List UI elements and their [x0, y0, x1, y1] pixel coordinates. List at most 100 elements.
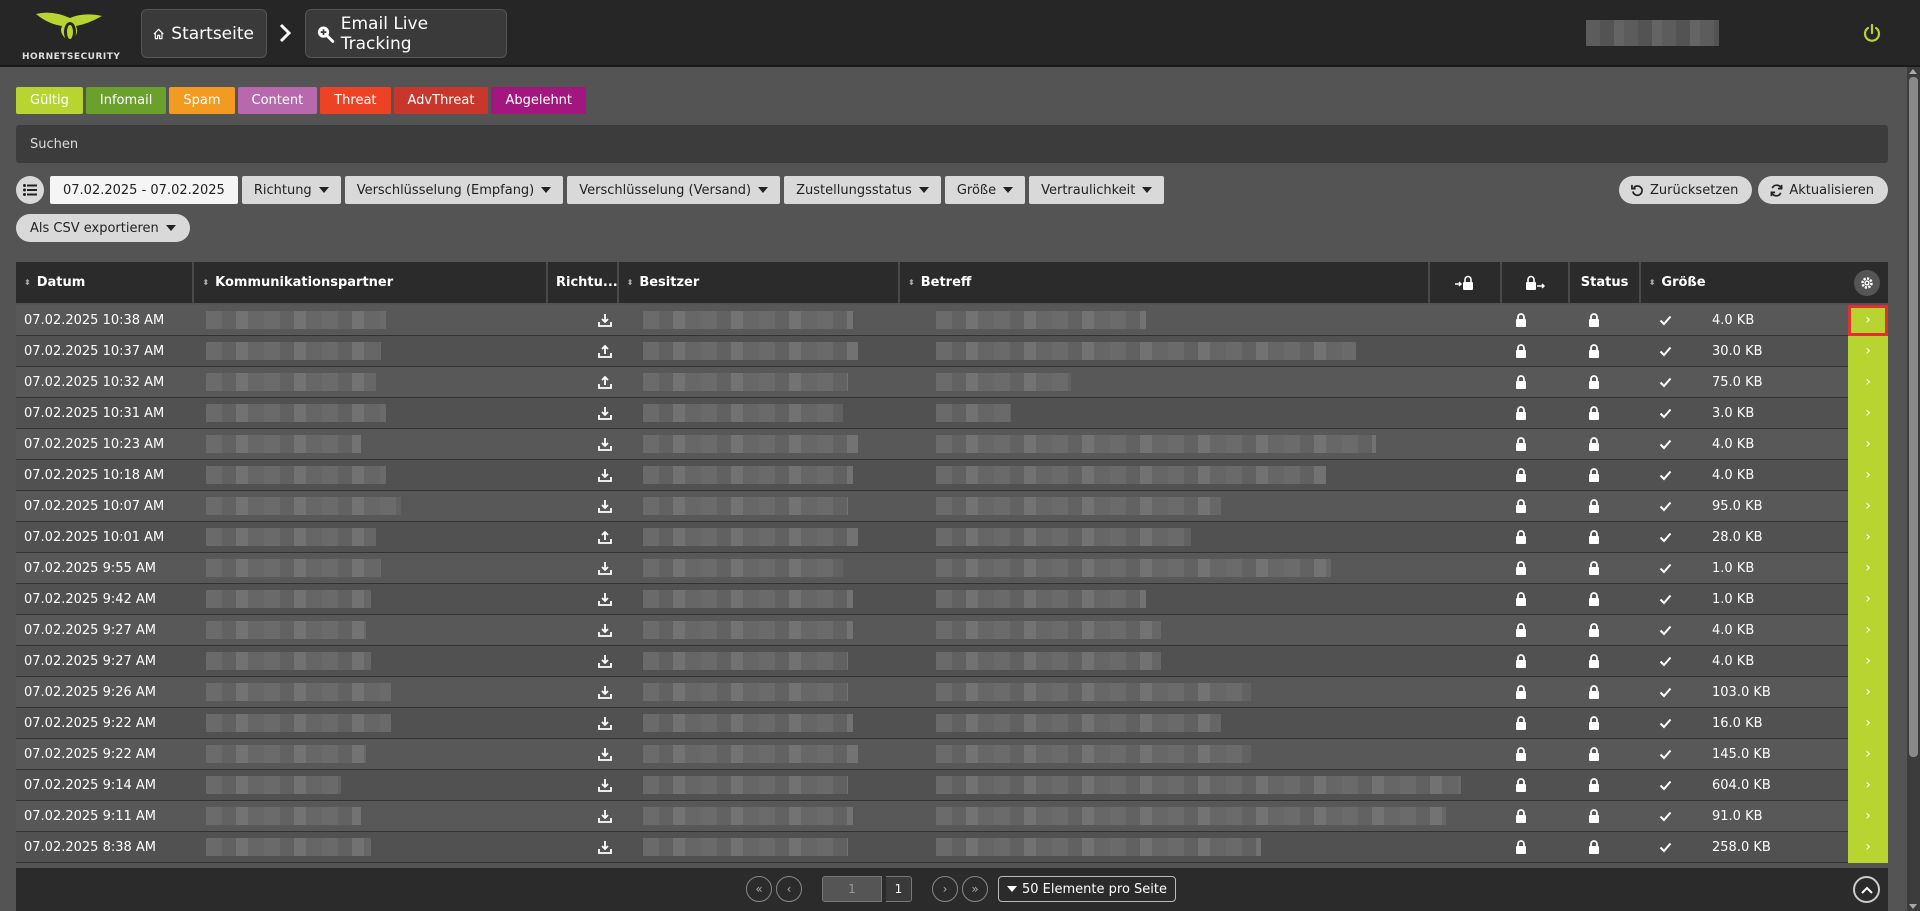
- lock-receive-icon: [1454, 275, 1473, 290]
- table-row[interactable]: 07.02.2025 9:22 AM 16.0 KB ›: [16, 707, 1888, 739]
- table-row[interactable]: 07.02.2025 9:27 AM 4.0 KB ›: [16, 645, 1888, 677]
- cell-date: 07.02.2025 9:22 AM: [24, 715, 156, 731]
- row-detail-button[interactable]: ›: [1848, 397, 1888, 429]
- reset-button[interactable]: Zurücksetzen: [1619, 176, 1753, 204]
- page-input[interactable]: 1: [822, 876, 882, 902]
- hornetsecurity-logo[interactable]: HORNETSECURITY: [22, 8, 120, 62]
- table-row[interactable]: 07.02.2025 9:42 AM 1.0 KB ›: [16, 583, 1888, 615]
- row-detail-button[interactable]: ›: [1848, 583, 1888, 615]
- row-detail-button[interactable]: ›: [1848, 645, 1888, 677]
- column-header-subject[interactable]: ⬍ Betreff: [900, 262, 1430, 303]
- check-icon: [1659, 656, 1672, 666]
- cell-owner: [641, 745, 933, 763]
- cell-status: [1629, 687, 1702, 698]
- sort-icon: ⬍: [1648, 278, 1656, 287]
- next-page-button[interactable]: ›: [932, 876, 958, 902]
- search-bar[interactable]: Suchen: [16, 125, 1888, 163]
- row-detail-button[interactable]: ›: [1848, 769, 1888, 801]
- row-detail-button[interactable]: ›: [1848, 707, 1888, 739]
- toggle-list-button[interactable]: [16, 176, 44, 204]
- date-range-picker[interactable]: 07.02.2025 - 07.02.2025: [50, 176, 238, 204]
- export-csv-button[interactable]: Als CSV exportieren: [16, 214, 190, 242]
- page-scrollbar[interactable]: [1907, 67, 1920, 911]
- refresh-button[interactable]: Aktualisieren: [1758, 176, 1888, 204]
- filter-encryption-send[interactable]: Verschlüsselung (Versand): [567, 176, 781, 204]
- lock-icon: [1588, 685, 1599, 699]
- table-row[interactable]: 07.02.2025 9:11 AM 91.0 KB ›: [16, 800, 1888, 832]
- category-content[interactable]: Content: [237, 87, 318, 114]
- table-row[interactable]: 07.02.2025 9:55 AM 1.0 KB ›: [16, 552, 1888, 584]
- row-detail-button[interactable]: ›: [1848, 831, 1888, 863]
- row-detail-button[interactable]: ›: [1848, 738, 1888, 770]
- category-advthreat[interactable]: AdvThreat: [393, 87, 489, 114]
- column-date-label: Datum: [36, 275, 86, 290]
- column-header-direction[interactable]: Richtu...: [548, 262, 619, 303]
- first-page-button[interactable]: «: [746, 876, 772, 902]
- check-icon: [1659, 408, 1672, 418]
- filter-encryption-receive[interactable]: Verschlüsselung (Empfang): [344, 176, 564, 204]
- filter-size[interactable]: Größe: [944, 176, 1026, 204]
- table-row[interactable]: 07.02.2025 10:07 AM 95.0 KB ›: [16, 490, 1888, 522]
- category-abgelehnt[interactable]: Abgelehnt: [491, 87, 587, 114]
- cell-encryption-receive: [1483, 840, 1558, 854]
- column-header-owner[interactable]: ⬍ Besitzer: [619, 262, 901, 303]
- row-detail-button[interactable]: ›: [1848, 428, 1888, 460]
- prev-page-button[interactable]: ‹: [776, 876, 802, 902]
- table-row[interactable]: 07.02.2025 10:38 AM 4.0 KB ›: [16, 304, 1888, 336]
- table-row[interactable]: 07.02.2025 9:22 AM 145.0 KB ›: [16, 738, 1888, 770]
- breadcrumb-home[interactable]: Startseite: [141, 9, 267, 58]
- cell-direction: [568, 375, 641, 389]
- column-header-encryption-send[interactable]: [1502, 262, 1571, 303]
- column-header-encryption-receive[interactable]: [1430, 262, 1502, 303]
- lock-icon: [1515, 623, 1526, 637]
- category-threat[interactable]: Threat: [320, 87, 391, 114]
- filter-delivery-status[interactable]: Zustellungsstatus: [784, 176, 941, 204]
- filter-richtung[interactable]: Richtung: [241, 176, 341, 204]
- scrollbar-thumb[interactable]: [1909, 77, 1918, 757]
- row-detail-button[interactable]: ›: [1848, 304, 1888, 336]
- cell-size: 4.0 KB: [1712, 622, 1755, 638]
- scroll-top-button[interactable]: [1853, 876, 1880, 903]
- table-row[interactable]: 07.02.2025 10:37 AM 30.0 KB ›: [16, 335, 1888, 367]
- table-row[interactable]: 07.02.2025 10:31 AM 3.0 KB ›: [16, 397, 1888, 429]
- category-infomail[interactable]: Infomail: [85, 87, 167, 114]
- cell-date: 07.02.2025 10:32 AM: [24, 374, 165, 390]
- column-header-partner[interactable]: ⬍ Kommunikationspartner: [194, 262, 548, 303]
- row-detail-button[interactable]: ›: [1848, 676, 1888, 708]
- row-detail-button[interactable]: ›: [1848, 614, 1888, 646]
- table-row[interactable]: 07.02.2025 10:01 AM 28.0 KB ›: [16, 521, 1888, 553]
- breadcrumb-email-live-tracking[interactable]: Email Live Tracking: [305, 9, 507, 58]
- cell-partner: [201, 838, 568, 856]
- row-detail-button[interactable]: ›: [1848, 800, 1888, 832]
- table-row[interactable]: 07.02.2025 9:26 AM 103.0 KB ›: [16, 676, 1888, 708]
- row-detail-button[interactable]: ›: [1848, 459, 1888, 491]
- column-header-size[interactable]: ⬍ Größe: [1641, 262, 1782, 303]
- lock-icon: [1588, 747, 1599, 761]
- row-detail-button[interactable]: ›: [1848, 335, 1888, 367]
- scroll-down-arrow[interactable]: [1909, 904, 1917, 909]
- page-size-select[interactable]: 50 Elemente pro Seite: [998, 876, 1176, 902]
- check-icon: [1659, 749, 1672, 759]
- user-account-name[interactable]: [1586, 20, 1719, 46]
- last-page-button[interactable]: »: [962, 876, 988, 902]
- table-row[interactable]: 07.02.2025 8:38 AM 258.0 KB ›: [16, 831, 1888, 863]
- table-row[interactable]: 07.02.2025 9:14 AM 604.0 KB ›: [16, 769, 1888, 801]
- table-row[interactable]: 07.02.2025 10:32 AM 75.0 KB ›: [16, 366, 1888, 398]
- power-icon[interactable]: [1862, 23, 1882, 43]
- download-icon: [597, 438, 612, 451]
- cell-owner: [641, 621, 933, 639]
- column-header-date[interactable]: ⬍ Datum: [16, 262, 195, 303]
- table-settings-button[interactable]: [1854, 269, 1880, 296]
- column-header-status[interactable]: Status: [1570, 262, 1641, 303]
- category-gueltig[interactable]: Gültig: [16, 87, 83, 114]
- row-detail-button[interactable]: ›: [1848, 521, 1888, 553]
- filter-confidentiality[interactable]: Vertraulichkeit: [1029, 176, 1165, 204]
- table-row[interactable]: 07.02.2025 9:27 AM 4.0 KB ›: [16, 614, 1888, 646]
- category-spam[interactable]: Spam: [169, 87, 235, 114]
- scroll-up-arrow[interactable]: [1909, 69, 1917, 74]
- row-detail-button[interactable]: ›: [1848, 552, 1888, 584]
- table-row[interactable]: 07.02.2025 10:18 AM 4.0 KB ›: [16, 459, 1888, 491]
- row-detail-button[interactable]: ›: [1848, 490, 1888, 522]
- table-row[interactable]: 07.02.2025 10:23 AM 4.0 KB ›: [16, 428, 1888, 460]
- row-detail-button[interactable]: ›: [1848, 366, 1888, 398]
